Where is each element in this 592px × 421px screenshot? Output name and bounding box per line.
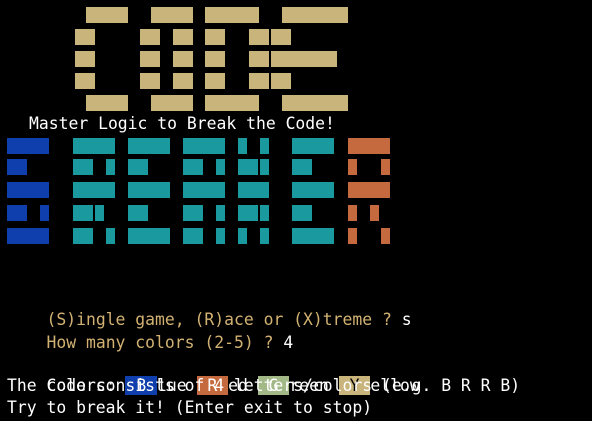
code-letter-e-block xyxy=(271,51,337,67)
color-count-prompt-line: How many colors (2-5) ? 4 xyxy=(7,310,293,352)
code-letter-c-block xyxy=(75,73,95,89)
code-letter-o-block xyxy=(140,73,160,89)
code-letter-d-block xyxy=(205,51,225,67)
code-letter-e-block xyxy=(271,29,291,45)
code-letter-c-block xyxy=(75,29,95,45)
breaker-letter-k-block xyxy=(260,159,269,175)
code-letter-d-block xyxy=(205,7,259,23)
breaker-letter-a-block xyxy=(183,138,225,154)
breaker-letter-b-block xyxy=(7,182,49,198)
breaker-letter-e2-block xyxy=(292,182,334,198)
breaker-letter-r1-block xyxy=(73,182,115,198)
code-letter-e-block xyxy=(282,95,348,111)
breaker-letter-b-block xyxy=(7,205,27,221)
breaker-letter-k-block xyxy=(260,138,269,154)
breaker-letter-b-block xyxy=(7,138,49,154)
code-letter-c-block xyxy=(86,7,128,23)
code-letter-o-block xyxy=(173,73,193,89)
breaker-letter-a-block xyxy=(183,228,203,244)
breaker-letter-k-block xyxy=(238,228,247,244)
code-letter-o-block xyxy=(151,95,193,111)
breaker-letter-r2-block xyxy=(381,228,390,244)
code-letter-o-block xyxy=(140,29,160,45)
terminal-window: Master Logic to Break the Code! (S)ingle… xyxy=(0,0,592,421)
breaker-letter-a-block xyxy=(183,182,225,198)
breaker-letter-r1-block xyxy=(73,159,93,175)
code-letter-o-block xyxy=(151,7,193,23)
breaker-letter-e2-block xyxy=(292,205,312,221)
breaker-letter-e1-block xyxy=(128,159,148,175)
code-letter-d-block xyxy=(249,29,269,45)
breaker-letter-b-block xyxy=(40,205,49,221)
color-legend-line: Colors: B lue R ed G reen Y ellow xyxy=(7,353,420,395)
breaker-letter-a-block xyxy=(216,228,225,244)
breaker-letter-k-block xyxy=(238,138,247,154)
mode-answer: s xyxy=(401,310,412,329)
breaker-letter-k-block xyxy=(238,159,258,175)
color-count-question: How many colors (2-5) ? xyxy=(46,333,284,352)
breaker-letter-r2-block xyxy=(348,138,390,154)
code-letter-o-block xyxy=(140,51,160,67)
breaker-letter-e1-block xyxy=(128,205,148,221)
breaker-letter-k-block xyxy=(260,228,269,244)
breaker-letter-k-block xyxy=(260,205,269,221)
breaker-letter-e2-block xyxy=(292,159,312,175)
instruction-line: Try to break it! (Enter exit to stop) xyxy=(7,398,373,417)
mode-prompt-line: (S)ingle game, (R)ace or (X)treme ? s xyxy=(7,287,411,329)
breaker-letter-r2-block xyxy=(381,159,390,175)
breaker-letter-r1-block xyxy=(73,138,115,154)
breaker-letter-a-block xyxy=(183,205,203,221)
breaker-letter-r1-block xyxy=(106,228,115,244)
code-letter-e-block xyxy=(282,7,348,23)
color-count-answer: 4 xyxy=(283,333,294,352)
code-letter-d-block xyxy=(205,73,225,89)
breaker-letter-r2-block xyxy=(348,205,357,221)
code-letter-d-block xyxy=(205,29,225,45)
breaker-letter-b-block xyxy=(7,159,27,175)
breaker-letter-r1-block xyxy=(106,159,115,175)
breaker-letter-r1-block xyxy=(95,205,104,221)
code-letter-c-block xyxy=(86,95,128,111)
breaker-letter-r2-block xyxy=(348,228,357,244)
breaker-letter-r2-block xyxy=(348,159,357,175)
code-letter-c-block xyxy=(75,51,95,67)
tagline: Master Logic to Break the Code! xyxy=(29,114,335,133)
code-letter-e-block xyxy=(271,73,291,89)
breaker-letter-e1-block xyxy=(128,228,170,244)
breaker-letter-b-block xyxy=(7,228,49,244)
breaker-letter-k-block xyxy=(238,182,269,198)
breaker-letter-e1-block xyxy=(128,138,170,154)
breaker-letter-a-block xyxy=(216,205,225,221)
game-banner: Master Logic to Break the Code! xyxy=(0,0,592,260)
code-letter-o-block xyxy=(173,51,193,67)
breaker-letter-r1-block xyxy=(73,205,93,221)
code-letter-o-block xyxy=(173,29,193,45)
breaker-letter-e1-block xyxy=(128,182,170,198)
breaker-letter-r1-block xyxy=(73,228,93,244)
breaker-letter-e2-block xyxy=(292,228,334,244)
code-letter-d-block xyxy=(249,51,269,67)
breaker-letter-r2-block xyxy=(370,205,379,221)
code-info-line: The code consists of 4 letters/colors (e… xyxy=(7,376,521,395)
breaker-letter-a-block xyxy=(216,159,225,175)
code-letter-d-block xyxy=(249,73,269,89)
breaker-letter-e2-block xyxy=(292,138,334,154)
code-letter-d-block xyxy=(205,95,259,111)
breaker-letter-r2-block xyxy=(348,182,390,198)
breaker-letter-a-block xyxy=(183,159,203,175)
breaker-letter-k-block xyxy=(238,205,258,221)
